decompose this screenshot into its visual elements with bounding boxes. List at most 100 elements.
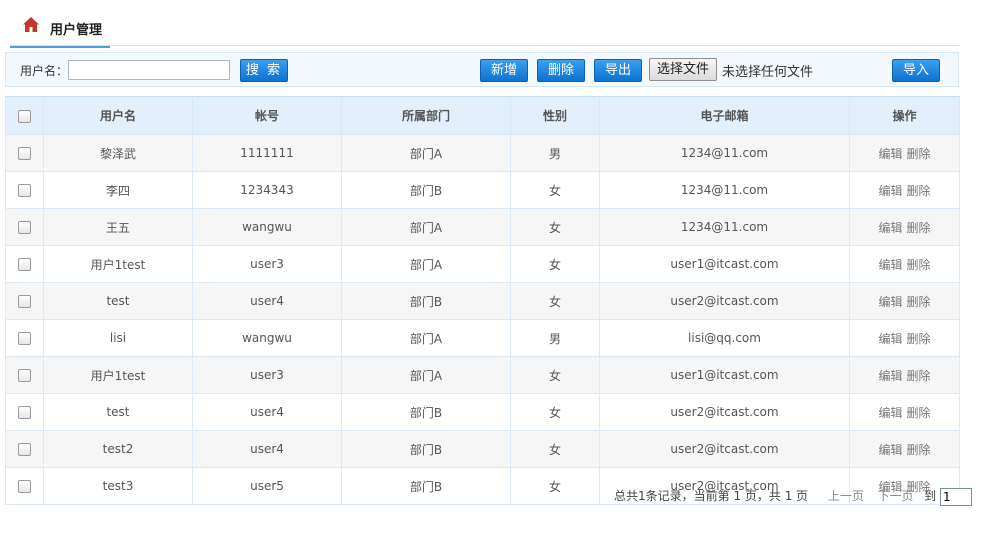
row-checkbox[interactable] — [18, 221, 31, 234]
cell-gender: 女 — [510, 171, 600, 209]
cell-gender: 男 — [510, 319, 600, 357]
cell-account: user5 — [192, 467, 342, 505]
cell-gender: 女 — [510, 393, 600, 431]
edit-link[interactable]: 编辑 — [878, 147, 902, 161]
delete-link[interactable]: 删除 — [907, 406, 931, 420]
export-button[interactable]: 导出 — [594, 59, 642, 82]
row-checkbox[interactable] — [18, 480, 31, 493]
pagination: 总共1条记录，当前第 1 页，共 1 页 上一页 下一页 到 — [614, 487, 973, 506]
tab-user-management[interactable]: 用户管理 — [10, 12, 110, 48]
goto-label: 到 — [924, 489, 937, 503]
edit-link[interactable]: 编辑 — [878, 184, 902, 198]
edit-link[interactable]: 编辑 — [878, 258, 902, 272]
delete-link[interactable]: 删除 — [907, 184, 931, 198]
select-all-cell — [5, 96, 44, 135]
row-checkbox[interactable] — [18, 147, 31, 160]
cell-actions: 编辑 删除 — [849, 282, 960, 320]
table-row[interactable]: 王五 wangwu 部门A 女 1234@11.com 编辑 删除 — [5, 208, 960, 246]
delete-link[interactable]: 删除 — [907, 258, 931, 272]
cell-gender: 女 — [510, 282, 600, 320]
table-row[interactable]: test user4 部门B 女 user2@itcast.com 编辑 删除 — [5, 282, 960, 320]
cell-email: user2@itcast.com — [599, 393, 850, 431]
delete-link[interactable]: 删除 — [907, 443, 931, 457]
cell-actions: 编辑 删除 — [849, 393, 960, 431]
page-header: 用户管理 — [10, 0, 959, 48]
row-checkbox[interactable] — [18, 184, 31, 197]
delete-button[interactable]: 删除 — [537, 59, 585, 82]
edit-link[interactable]: 编辑 — [878, 295, 902, 309]
cell-account: user3 — [192, 245, 342, 283]
delete-link[interactable]: 删除 — [907, 332, 931, 346]
table-row[interactable]: test2 user4 部门B 女 user2@itcast.com 编辑 删除 — [5, 430, 960, 468]
table-header-row: 用户名 帐号 所属部门 性别 电子邮箱 操作 — [5, 96, 960, 135]
prev-page-link[interactable]: 上一页 — [828, 489, 864, 503]
cell-account: user4 — [192, 282, 342, 320]
cell-username: 用户1test — [43, 356, 193, 394]
table-row[interactable]: 黎泽武 1111111 部门A 男 1234@11.com 编辑 删除 — [5, 134, 960, 172]
cell-actions: 编辑 删除 — [849, 134, 960, 172]
row-checkbox[interactable] — [18, 258, 31, 271]
table-row[interactable]: test user4 部门B 女 user2@itcast.com 编辑 删除 — [5, 393, 960, 431]
column-header-gender[interactable]: 性别 — [510, 96, 600, 135]
cell-email: user1@itcast.com — [599, 356, 850, 394]
cell-account: user4 — [192, 393, 342, 431]
delete-link[interactable]: 删除 — [907, 295, 931, 309]
cell-department: 部门B — [341, 282, 511, 320]
column-header-department[interactable]: 所属部门 — [341, 96, 511, 135]
cell-department: 部门A — [341, 319, 511, 357]
search-input[interactable] — [68, 60, 230, 80]
edit-link[interactable]: 编辑 — [878, 443, 902, 457]
delete-link[interactable]: 删除 — [907, 369, 931, 383]
choose-file-button[interactable]: 选择文件 — [649, 58, 717, 81]
cell-account: 1111111 — [192, 134, 342, 172]
delete-link[interactable]: 删除 — [907, 147, 931, 161]
cell-account: user4 — [192, 430, 342, 468]
column-header-username[interactable]: 用户名 — [43, 96, 193, 135]
cell-department: 部门A — [341, 245, 511, 283]
cell-gender: 女 — [510, 208, 600, 246]
cell-account: wangwu — [192, 319, 342, 357]
page-number-input[interactable] — [940, 487, 973, 506]
cell-username: test2 — [43, 430, 193, 468]
column-header-actions: 操作 — [849, 96, 960, 135]
page-title: 用户管理 — [50, 23, 103, 38]
edit-link[interactable]: 编辑 — [878, 221, 902, 235]
table-row[interactable]: lisi wangwu 部门A 男 lisi@qq.com 编辑 删除 — [5, 319, 960, 357]
row-select-cell — [5, 208, 44, 246]
search-button[interactable]: 搜 索 — [240, 59, 288, 82]
delete-link[interactable]: 删除 — [907, 221, 931, 235]
table-row[interactable]: 用户1test user3 部门A 女 user1@itcast.com 编辑 删除 — [5, 356, 960, 394]
row-checkbox[interactable] — [18, 332, 31, 345]
select-all-checkbox[interactable] — [18, 109, 31, 123]
row-select-cell — [5, 134, 44, 172]
edit-link[interactable]: 编辑 — [878, 406, 902, 420]
table-row[interactable]: 用户1test user3 部门A 女 user1@itcast.com 编辑 删除 — [5, 245, 960, 283]
next-page-link[interactable]: 下一页 — [878, 489, 914, 503]
cell-email: user2@itcast.com — [599, 282, 850, 320]
edit-link[interactable]: 编辑 — [878, 369, 902, 383]
cell-username: 李四 — [43, 171, 193, 209]
row-checkbox[interactable] — [18, 406, 31, 419]
cell-department: 部门B — [341, 393, 511, 431]
column-header-account[interactable]: 帐号 — [192, 96, 342, 135]
row-select-cell — [5, 319, 44, 357]
toolbar: 用户名： 搜 索 新增 删除 导出 选择文件 未选择任何文件 导入 — [5, 52, 959, 87]
search-label: 用户名： — [20, 64, 69, 78]
cell-department: 部门A — [341, 134, 511, 172]
row-checkbox[interactable] — [18, 295, 31, 308]
cell-actions: 编辑 删除 — [849, 319, 960, 357]
import-button[interactable]: 导入 — [892, 59, 940, 82]
header-divider — [10, 45, 959, 46]
row-checkbox[interactable] — [18, 369, 31, 382]
cell-gender: 男 — [510, 134, 600, 172]
add-button[interactable]: 新增 — [480, 59, 528, 82]
row-select-cell — [5, 245, 44, 283]
edit-link[interactable]: 编辑 — [878, 332, 902, 346]
table-row[interactable]: 李四 1234343 部门B 女 1234@11.com 编辑 删除 — [5, 171, 960, 209]
cell-actions: 编辑 删除 — [849, 208, 960, 246]
cell-username: test3 — [43, 467, 193, 505]
row-select-cell — [5, 171, 44, 209]
column-header-email[interactable]: 电子邮箱 — [599, 96, 850, 135]
row-select-cell — [5, 356, 44, 394]
row-checkbox[interactable] — [18, 443, 31, 456]
